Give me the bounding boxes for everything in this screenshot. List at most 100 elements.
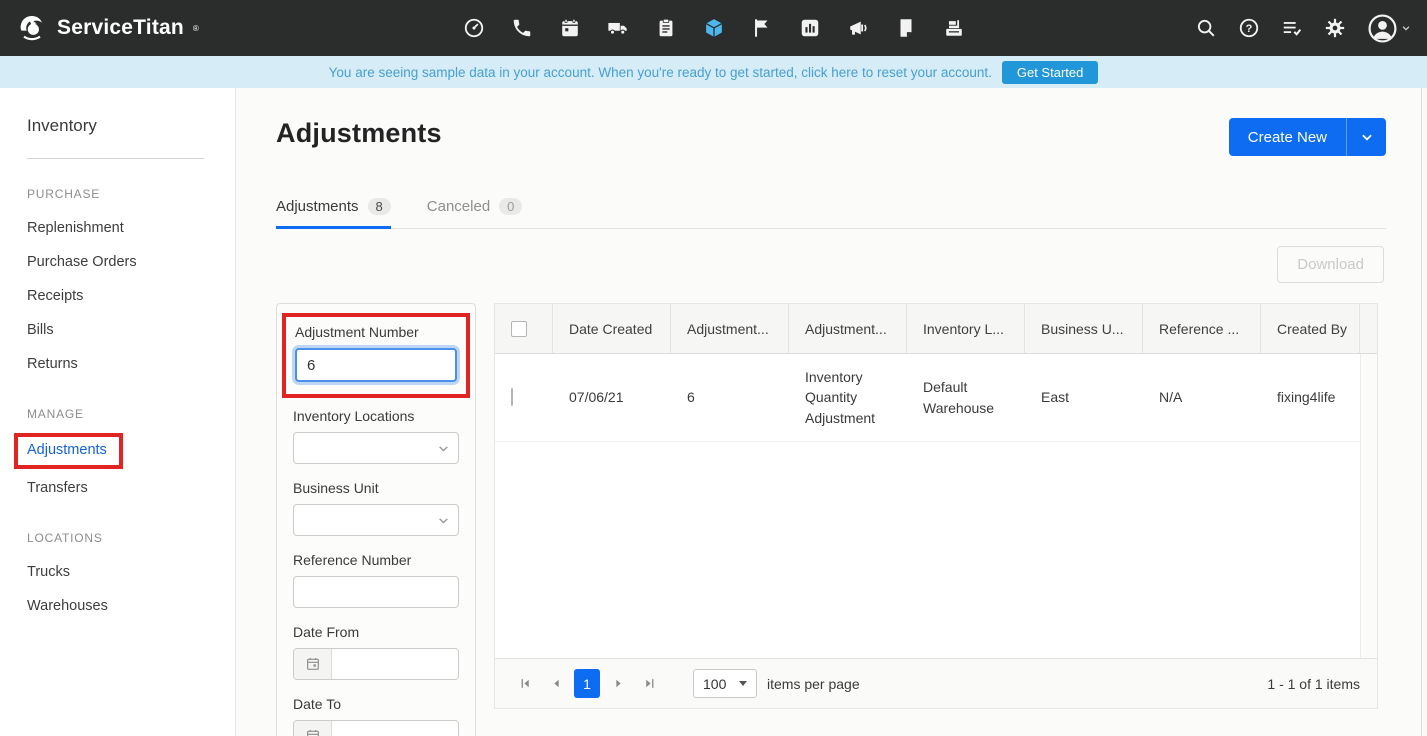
section-label-manage: MANAGE (27, 407, 84, 421)
cell-date-created: 07/06/21 (569, 389, 624, 406)
caret-down-icon (739, 681, 747, 686)
table-row[interactable]: 07/06/21 6 Inventory Quantity Adjustment… (495, 354, 1377, 442)
tab-adjustments[interactable]: Adjustments 8 (276, 198, 391, 229)
download-button[interactable]: Download (1277, 246, 1384, 283)
inventory-locations-select[interactable] (293, 432, 459, 464)
scrollbar-spacer (1360, 304, 1377, 353)
first-page-button[interactable] (512, 671, 538, 697)
calendar-icon[interactable] (294, 649, 332, 679)
date-from-field (293, 648, 459, 680)
adjustments-table: Date Created Adjustment... Adjustment...… (494, 303, 1378, 709)
inventory-locations-label: Inventory Locations (293, 408, 415, 424)
tab-bar: Adjustments 8 Canceled 0 (276, 198, 1386, 229)
column-header-business-unit[interactable]: Business U... (1025, 304, 1143, 353)
adjustment-number-input[interactable] (295, 348, 457, 382)
filter-panel: Adjustment Number Inventory Locations Bu… (276, 303, 476, 736)
inventory-cube-icon[interactable] (703, 17, 725, 39)
sidebar-item-purchase-orders[interactable]: Purchase Orders (27, 245, 235, 279)
sidebar-item-returns[interactable]: Returns (27, 347, 235, 381)
flag-icon[interactable] (751, 17, 773, 39)
settings-gear-icon[interactable] (1324, 17, 1346, 39)
column-header-date-created[interactable]: Date Created (553, 304, 671, 353)
registered-mark: ® (192, 23, 199, 33)
date-from-input[interactable] (332, 649, 458, 679)
cell-inventory-location: Default Warehouse (923, 379, 995, 416)
last-page-button[interactable] (636, 671, 662, 697)
date-to-label: Date To (293, 696, 341, 712)
table-body: 07/06/21 6 Inventory Quantity Adjustment… (495, 354, 1377, 658)
sidebar-item-warehouses[interactable]: Warehouses (27, 589, 235, 623)
sidebar-item-transfers[interactable]: Transfers (27, 471, 235, 505)
row-checkbox[interactable] (511, 388, 513, 407)
tab-adjustments-count: 8 (367, 198, 391, 215)
user-avatar (1367, 13, 1398, 44)
column-header-adjustment-type[interactable]: Adjustment... (789, 304, 907, 353)
main-content: Adjustments Create New Adjustments 8 Can… (236, 88, 1427, 736)
titan-mascot-icon (16, 12, 48, 44)
truck-dispatch-icon[interactable] (607, 17, 629, 39)
sidebar-divider (27, 158, 204, 159)
chevron-down-icon (439, 518, 448, 524)
next-page-button[interactable] (605, 671, 631, 697)
items-per-page-label: items per page (767, 675, 860, 692)
business-unit-label: Business Unit (293, 480, 379, 496)
sample-data-banner: You are seeing sample data in your accou… (0, 56, 1427, 88)
sidebar-title: Inventory (27, 116, 97, 135)
task-list-icon[interactable] (1281, 17, 1303, 39)
inventory-sidebar: Inventory PURCHASE Replenishment Purchas… (0, 88, 236, 736)
column-header-adjustment-number[interactable]: Adjustment... (671, 304, 789, 353)
help-icon[interactable]: ? (1238, 17, 1260, 39)
get-started-button[interactable]: Get Started (1001, 60, 1099, 84)
date-to-input[interactable] (332, 721, 458, 736)
date-from-label: Date From (293, 624, 360, 640)
column-header-reference[interactable]: Reference ... (1143, 304, 1261, 353)
create-new-button[interactable]: Create New (1228, 118, 1386, 156)
tab-canceled[interactable]: Canceled 0 (427, 198, 523, 228)
business-unit-select[interactable] (293, 504, 459, 536)
banner-message[interactable]: You are seeing sample data in your accou… (329, 65, 992, 80)
sidebar-item-trucks[interactable]: Trucks (27, 555, 235, 589)
select-all-checkbox[interactable] (511, 320, 527, 337)
servicetitan-logo[interactable]: ServiceTitan ® (16, 12, 463, 44)
tab-canceled-count: 0 (499, 198, 523, 215)
annotation-box-adjustments-nav: Adjustments (14, 433, 123, 469)
calendar-icon[interactable] (559, 17, 581, 39)
module-icon-bar (463, 17, 965, 39)
documents-icon[interactable] (895, 17, 917, 39)
reports-chart-icon[interactable] (799, 17, 821, 39)
page-title: Adjustments (276, 118, 442, 148)
utility-icon-bar: ? (965, 13, 1412, 44)
phone-icon[interactable] (511, 17, 533, 39)
page-size-select[interactable]: 100 (693, 669, 757, 698)
sidebar-item-replenishment[interactable]: Replenishment (27, 211, 235, 245)
chevron-down-icon (1401, 23, 1411, 33)
create-new-label: Create New (1247, 128, 1327, 146)
column-header-inventory-location[interactable]: Inventory L... (907, 304, 1025, 353)
cash-register-icon[interactable] (943, 17, 965, 39)
table-vertical-scrollbar[interactable] (1360, 354, 1377, 658)
sidebar-item-adjustments[interactable]: Adjustments (27, 442, 107, 458)
svg-text:?: ? (1246, 23, 1253, 35)
top-navigation: ServiceTitan ® ? (0, 0, 1427, 56)
dashboard-gauge-icon[interactable] (463, 17, 485, 39)
section-label-purchase: PURCHASE (27, 187, 101, 201)
brand-name: ServiceTitan (57, 16, 184, 39)
page-1-button[interactable]: 1 (574, 669, 600, 698)
sidebar-item-bills[interactable]: Bills (27, 313, 235, 347)
column-header-created-by[interactable]: Created By (1261, 304, 1360, 353)
cell-business-unit: East (1041, 389, 1070, 406)
cell-adjustment-number: 6 (687, 389, 695, 406)
invoice-clipboard-icon[interactable] (655, 17, 677, 39)
cell-reference: N/A (1159, 389, 1183, 406)
marketing-megaphone-icon[interactable] (847, 17, 869, 39)
sidebar-item-receipts[interactable]: Receipts (27, 279, 235, 313)
adjustment-number-label: Adjustment Number (295, 324, 419, 340)
previous-page-button[interactable] (543, 671, 569, 697)
create-new-dropdown[interactable] (1346, 118, 1386, 156)
calendar-icon[interactable] (294, 721, 332, 736)
search-icon[interactable] (1195, 17, 1217, 39)
user-menu[interactable] (1367, 13, 1411, 44)
date-to-field (293, 720, 459, 736)
page-vertical-scrollbar[interactable] (1421, 88, 1427, 736)
reference-number-input[interactable] (293, 576, 459, 608)
